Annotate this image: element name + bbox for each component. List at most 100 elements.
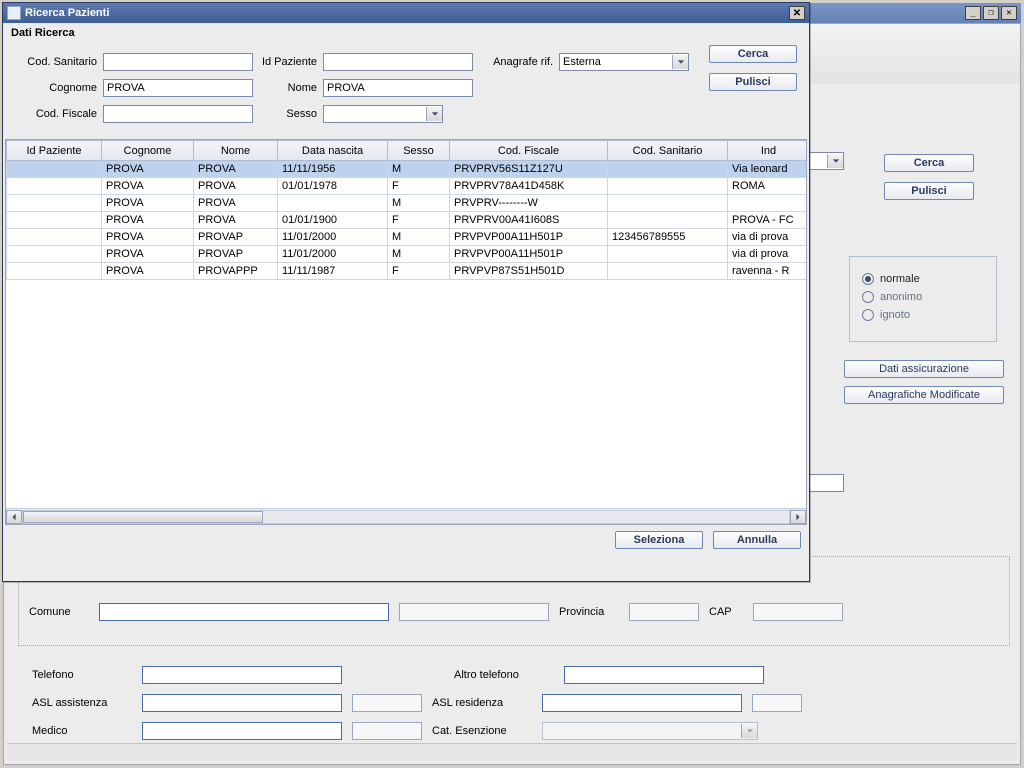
table-cell <box>608 212 728 229</box>
table-cell: 11/11/1956 <box>278 161 388 178</box>
col-data-nascita[interactable]: Data nascita <box>278 141 388 161</box>
table-cell: F <box>388 263 450 280</box>
cap-input[interactable] <box>753 603 843 621</box>
search-form: Cod. Sanitario Id Paziente Anagrafe rif.… <box>3 41 809 133</box>
id-paziente-label: Id Paziente <box>253 56 323 68</box>
col-cod-sanitario[interactable]: Cod. Sanitario <box>608 141 728 161</box>
telefono-input[interactable] <box>142 666 342 684</box>
table-cell: 11/01/2000 <box>278 229 388 246</box>
table-cell: 11/11/1987 <box>278 263 388 280</box>
table-cell: PROVA <box>102 246 194 263</box>
dati-assicurazione-button[interactable]: Dati assicurazione <box>844 360 1004 378</box>
table-cell <box>7 195 102 212</box>
comune-desc-input[interactable] <box>399 603 549 621</box>
cod-sanitario-label: Cod. Sanitario <box>11 56 103 68</box>
medico-input[interactable] <box>142 722 342 740</box>
table-row[interactable]: PROVAPROVAPPP11/11/1987FPRVPVP87S51H501D… <box>7 263 808 280</box>
table-cell <box>7 263 102 280</box>
group-title: Dati Ricerca <box>3 23 809 41</box>
nome-label: Nome <box>253 82 323 94</box>
scroll-thumb[interactable] <box>23 511 263 523</box>
asl-assistenza-label: ASL assistenza <box>32 697 132 709</box>
provincia-input[interactable] <box>629 603 699 621</box>
radio-anonimo[interactable]: anonimo <box>862 291 984 303</box>
table-cell: PRVPVP00A11H501P <box>450 246 608 263</box>
radio-normale[interactable]: normale <box>862 273 984 285</box>
scroll-right-icon[interactable] <box>790 510 806 524</box>
anagrafe-rif-select[interactable]: Esterna <box>559 53 689 71</box>
table-cell <box>7 246 102 263</box>
table-row[interactable]: PROVAPROVA11/11/1956MPRVPRV56S11Z127UVia… <box>7 161 808 178</box>
table-cell: M <box>388 246 450 263</box>
table-row[interactable]: PROVAPROVAP11/01/2000MPRVPVP00A11H501Pvi… <box>7 246 808 263</box>
sesso-label: Sesso <box>253 108 323 120</box>
results-table[interactable]: Id Paziente Cognome Nome Data nascita Se… <box>6 140 807 280</box>
altro-telefono-input[interactable] <box>564 666 764 684</box>
table-cell <box>7 212 102 229</box>
medico-code[interactable] <box>352 722 422 740</box>
radio-label: normale <box>880 273 920 285</box>
scroll-left-icon[interactable] <box>6 510 22 524</box>
table-cell: PRVPRV78A41D458K <box>450 178 608 195</box>
right-pulisci-button[interactable]: Pulisci <box>884 182 974 200</box>
provincia-label: Provincia <box>559 606 619 618</box>
table-cell: PROVAP <box>194 229 278 246</box>
col-sesso[interactable]: Sesso <box>388 141 450 161</box>
minimize-icon[interactable]: _ <box>965 6 981 20</box>
table-cell: PROVA <box>102 178 194 195</box>
table-cell <box>608 178 728 195</box>
right-cerca-button[interactable]: Cerca <box>884 154 974 172</box>
right-small-input[interactable] <box>804 474 844 492</box>
col-indirizzo[interactable]: Ind <box>728 141 808 161</box>
restore-icon[interactable]: ❐ <box>983 6 999 20</box>
table-cell: via di prova <box>728 246 808 263</box>
scroll-track[interactable] <box>22 510 790 524</box>
cod-sanitario-input[interactable] <box>103 53 253 71</box>
asl-assistenza-code[interactable] <box>352 694 422 712</box>
table-cell: 123456789555 <box>608 229 728 246</box>
col-id-paziente[interactable]: Id Paziente <box>7 141 102 161</box>
cod-fiscale-label: Cod. Fiscale <box>11 108 103 120</box>
statusbar <box>7 743 1017 761</box>
table-row[interactable]: PROVAPROVAP11/01/2000MPRVPVP00A11H501P12… <box>7 229 808 246</box>
table-row[interactable]: PROVAPROVAMPRVPRV--------W <box>7 195 808 212</box>
col-cognome[interactable]: Cognome <box>102 141 194 161</box>
table-row[interactable]: PROVAPROVA01/01/1900FPRVPRV00A41I608SPRO… <box>7 212 808 229</box>
nome-input[interactable] <box>323 79 473 97</box>
annulla-button[interactable]: Annulla <box>713 531 801 549</box>
table-cell: 01/01/1900 <box>278 212 388 229</box>
radio-icon <box>862 273 874 285</box>
dialog-title: Ricerca Pazienti <box>25 7 109 19</box>
table-header-row: Id Paziente Cognome Nome Data nascita Se… <box>7 141 808 161</box>
cognome-input[interactable] <box>103 79 253 97</box>
table-row[interactable]: PROVAPROVA01/01/1978FPRVPRV78A41D458KROM… <box>7 178 808 195</box>
table-cell: ROMA <box>728 178 808 195</box>
table-cell: PRVPRV--------W <box>450 195 608 212</box>
asl-residenza-input[interactable] <box>542 694 742 712</box>
col-cod-fiscale[interactable]: Cod. Fiscale <box>450 141 608 161</box>
id-paziente-input[interactable] <box>323 53 473 71</box>
cat-esenzione-select[interactable] <box>542 722 758 740</box>
medico-label: Medico <box>32 725 132 737</box>
comune-input[interactable] <box>99 603 389 621</box>
asl-residenza-code[interactable] <box>752 694 802 712</box>
asl-assistenza-input[interactable] <box>142 694 342 712</box>
col-nome[interactable]: Nome <box>194 141 278 161</box>
table-cell: F <box>388 212 450 229</box>
sesso-select[interactable] <box>323 105 443 123</box>
horizontal-scrollbar[interactable] <box>6 508 806 524</box>
dialog-titlebar[interactable]: Ricerca Pazienti ✕ <box>3 3 809 23</box>
table-cell: PRVPRV56S11Z127U <box>450 161 608 178</box>
radio-ignoto[interactable]: ignoto <box>862 309 984 321</box>
radio-icon <box>862 309 874 321</box>
seleziona-button[interactable]: Seleziona <box>615 531 703 549</box>
anagrafiche-modificate-button[interactable]: Anagrafiche Modificate <box>844 386 1004 404</box>
close-icon[interactable]: ✕ <box>789 6 805 20</box>
close-icon[interactable]: ✕ <box>1001 6 1017 20</box>
right-panel: Cerca Pulisci normale anonimo ignoto Dat… <box>834 154 1014 492</box>
pulisci-button[interactable]: Pulisci <box>709 73 797 91</box>
cod-fiscale-input[interactable] <box>103 105 253 123</box>
cerca-button[interactable]: Cerca <box>709 45 797 63</box>
table-cell: M <box>388 229 450 246</box>
table-cell: 01/01/1978 <box>278 178 388 195</box>
